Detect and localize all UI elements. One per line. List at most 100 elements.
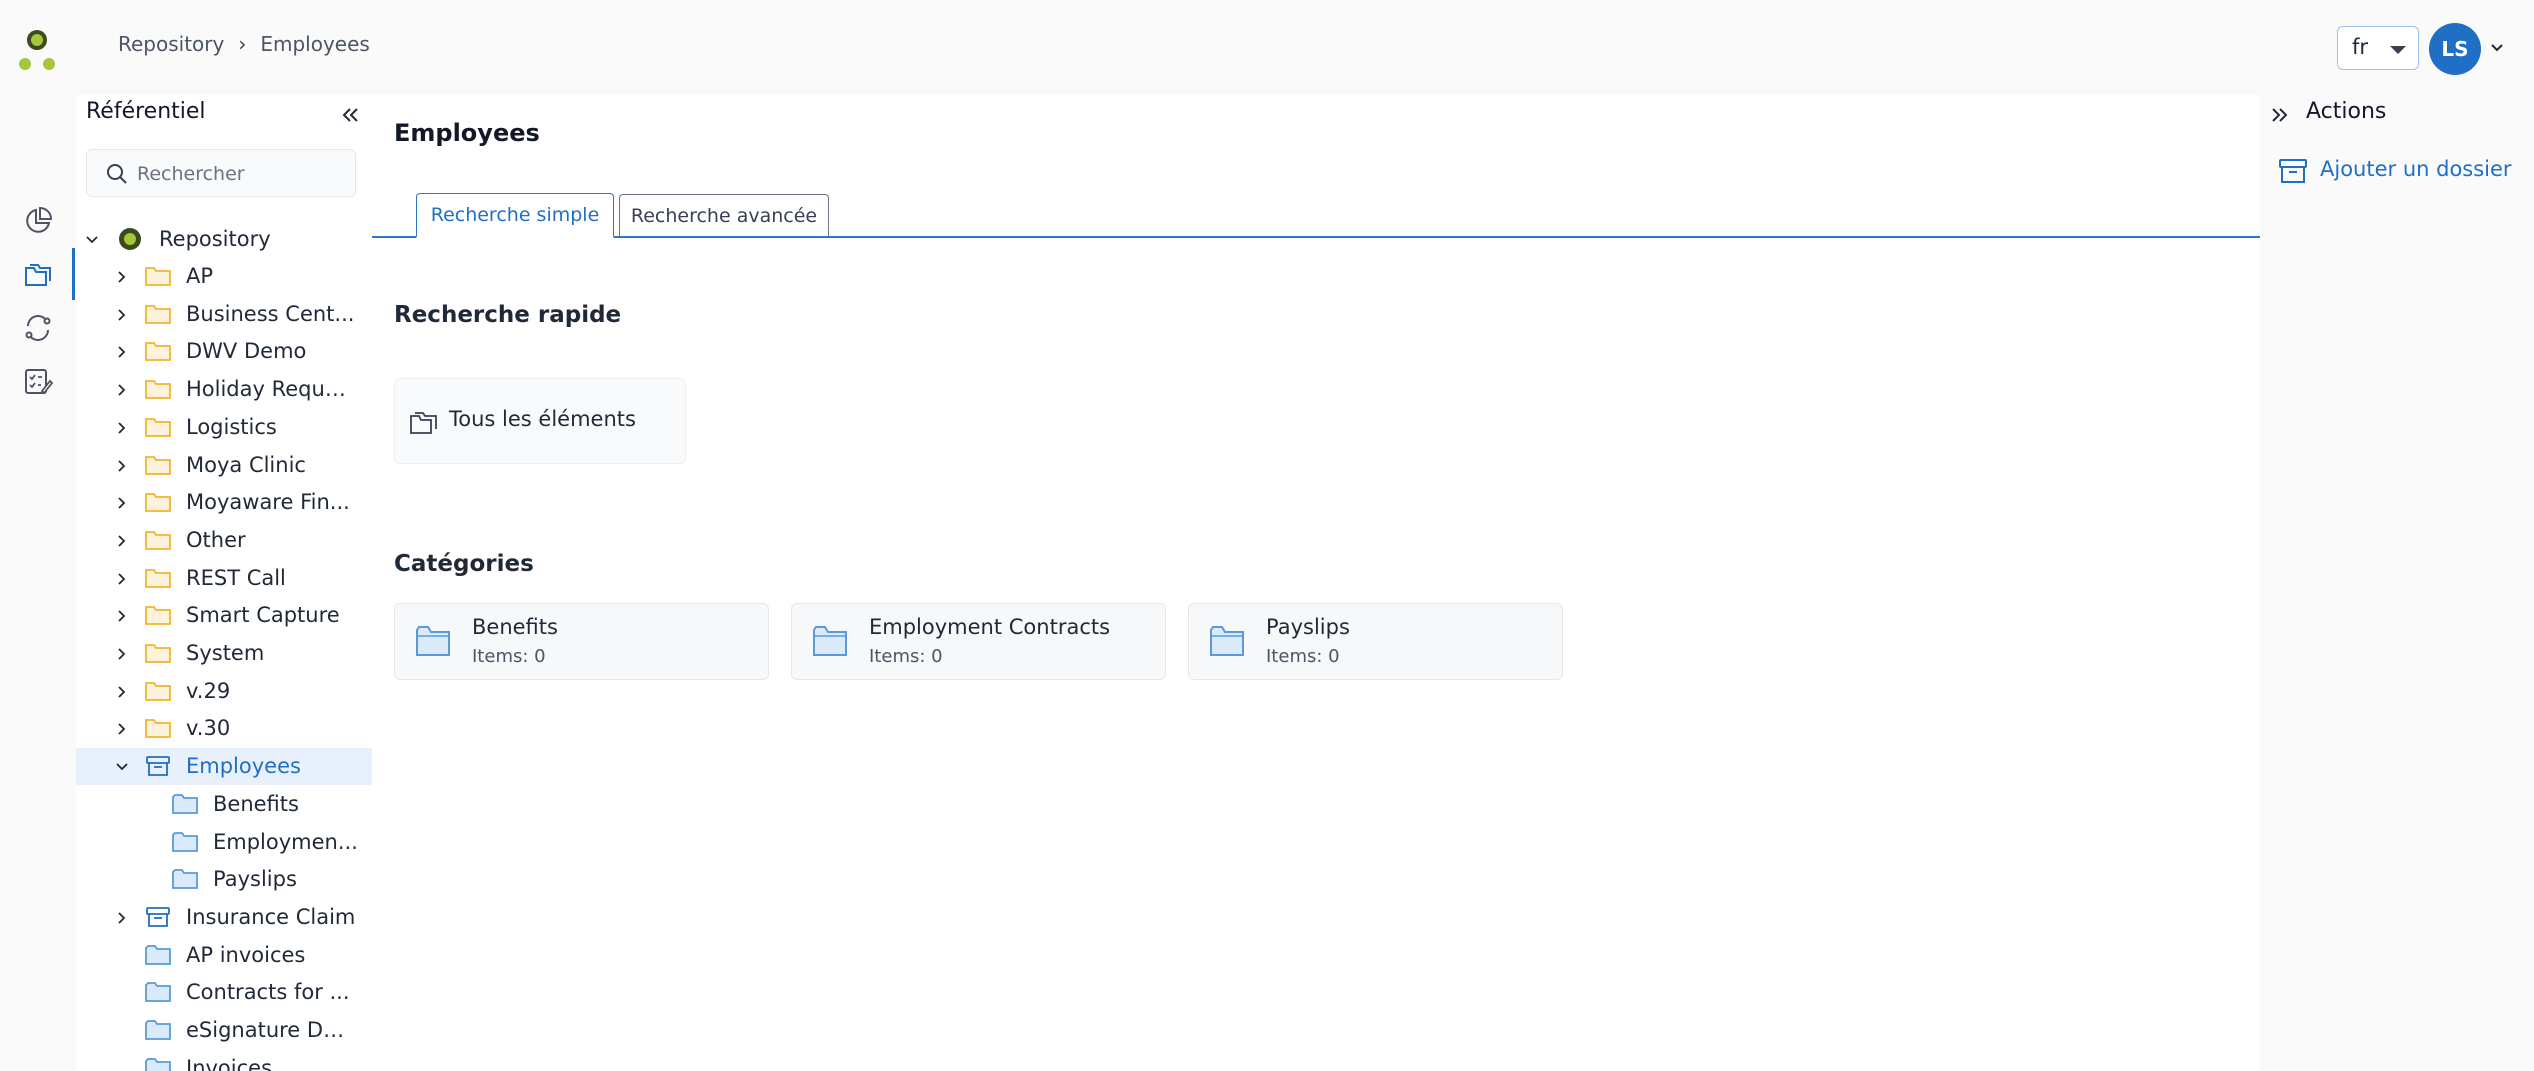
chevron-right-icon[interactable] xyxy=(114,910,130,926)
expand-panel-icon[interactable] xyxy=(2268,103,2292,127)
category-folder-icon xyxy=(145,944,171,965)
tree-item[interactable]: Logistics xyxy=(76,409,372,446)
chevron-down-icon[interactable] xyxy=(84,232,100,248)
category-card[interactable]: Payslips Items: 0 xyxy=(1188,603,1563,680)
repository-tree-panel: Référentiel Repository AP Business Cent..… xyxy=(76,95,372,1071)
breadcrumb-item-repository[interactable]: Repository xyxy=(118,32,224,56)
tree-item[interactable]: DWV Demo xyxy=(76,333,372,370)
tree-item[interactable]: Employees xyxy=(76,748,372,786)
tree-item-label: Moya Clinic xyxy=(186,452,306,477)
tree-item[interactable]: v.30 xyxy=(76,710,372,747)
tree-item[interactable]: Holiday Reque... xyxy=(76,371,372,408)
tree-item[interactable]: Smart Capture xyxy=(76,597,372,634)
chevron-right-icon[interactable] xyxy=(114,458,130,474)
category-folder-icon xyxy=(172,869,198,890)
tree-item-label: Employmen... xyxy=(213,829,358,854)
tree-panel-title: Référentiel xyxy=(86,99,206,124)
tree-item[interactable]: Contracts for ... xyxy=(76,974,372,1011)
category-folder-icon xyxy=(1210,626,1244,656)
tree-item-label: Logistics xyxy=(186,414,277,439)
chevron-right-icon[interactable] xyxy=(114,495,130,511)
tree-item[interactable]: Payslips xyxy=(76,861,372,898)
breadcrumb: Repository › Employees xyxy=(118,32,370,56)
quick-search-title: Recherche rapide xyxy=(394,302,622,328)
category-count: Items: 0 xyxy=(472,646,546,667)
tree-item[interactable]: Moyaware Fin... xyxy=(76,484,372,521)
user-avatar[interactable]: LS xyxy=(2429,23,2481,75)
main-content: Employees Recherche simple Recherche ava… xyxy=(372,95,2260,1071)
tree-item-label: eSignature De... xyxy=(186,1018,356,1042)
tree-item[interactable]: Benefits xyxy=(76,786,372,823)
tree-item[interactable]: Insurance Claim xyxy=(76,899,372,936)
tree-item[interactable]: Business Cent... xyxy=(76,296,372,333)
tab-advanced-search[interactable]: Recherche avancée xyxy=(619,194,829,236)
tree-item[interactable]: Invoices xyxy=(76,1050,372,1071)
chevron-right-icon[interactable] xyxy=(114,721,130,737)
folder-icon xyxy=(145,530,171,550)
chevron-right-icon[interactable] xyxy=(114,571,130,587)
tree-item[interactable]: REST Call xyxy=(76,560,372,597)
chevron-right-icon[interactable] xyxy=(114,420,130,436)
tab-simple-search[interactable]: Recherche simple xyxy=(416,193,614,238)
tree-item-label: REST Call xyxy=(186,565,286,590)
nav-active-indicator xyxy=(72,248,75,300)
language-select[interactable]: fr xyxy=(2337,26,2419,70)
chevron-right-icon[interactable] xyxy=(114,382,130,398)
chevron-down-icon[interactable] xyxy=(2489,40,2505,56)
chevron-right-icon[interactable] xyxy=(114,269,130,285)
caret-down-icon xyxy=(2390,46,2406,54)
breadcrumb-separator-icon: › xyxy=(238,32,247,56)
tree-item[interactable]: v.29 xyxy=(76,673,372,710)
collapse-panel-icon[interactable] xyxy=(338,103,362,127)
category-folder-icon xyxy=(813,626,847,656)
add-folder-label: Ajouter un dossier xyxy=(2320,157,2512,181)
tree-item-label: Contracts for ... xyxy=(186,980,350,1005)
breadcrumb-item-current: Employees xyxy=(260,32,370,56)
tree-item[interactable]: AP invoices xyxy=(76,937,372,974)
app-header: Repository › Employees fr LS xyxy=(0,0,2534,95)
chevron-right-icon[interactable] xyxy=(114,608,130,624)
tree-item[interactable]: Employmen... xyxy=(76,824,372,861)
tree-item-label: Employees xyxy=(186,754,301,779)
app-logo-icon[interactable] xyxy=(18,28,60,72)
tree-item-label: Invoices xyxy=(186,1055,273,1071)
chevron-down-icon[interactable] xyxy=(114,759,130,775)
quick-search-all-items[interactable]: Tous les éléments xyxy=(394,378,686,464)
tree-item-label: AP xyxy=(186,264,214,288)
tree-item-label: Holiday Reque... xyxy=(186,377,356,402)
tree-item-label: AP invoices xyxy=(186,942,306,967)
chevron-right-icon[interactable] xyxy=(114,684,130,700)
tree-item[interactable]: AP xyxy=(76,258,372,295)
repository-logo-icon xyxy=(119,228,141,250)
dashboard-chart-icon[interactable] xyxy=(22,205,54,237)
tree-item-label: Repository xyxy=(159,227,271,251)
tree-item[interactable]: Other xyxy=(76,522,372,559)
category-card[interactable]: Benefits Items: 0 xyxy=(394,603,769,680)
quick-search-label: Tous les éléments xyxy=(449,407,636,431)
tabs-underline xyxy=(372,236,2260,238)
chevron-right-icon[interactable] xyxy=(114,533,130,549)
page-title: Employees xyxy=(394,119,540,147)
tree-item-root[interactable]: Repository xyxy=(76,221,372,258)
tree-item[interactable]: Moya Clinic xyxy=(76,447,372,484)
folder-icon xyxy=(145,493,171,513)
tasks-checklist-icon[interactable] xyxy=(22,365,54,397)
chevron-right-icon[interactable] xyxy=(114,344,130,360)
tree-search-box xyxy=(86,149,356,197)
archive-box-icon xyxy=(146,756,170,776)
tree-item-label: Payslips xyxy=(213,867,297,892)
folder-icon xyxy=(145,455,171,475)
tree-item[interactable]: eSignature De... xyxy=(76,1012,372,1049)
category-folder-icon xyxy=(172,793,198,814)
tree-search-input[interactable] xyxy=(137,160,347,188)
category-name: Payslips xyxy=(1266,615,1350,639)
workflow-sync-icon[interactable] xyxy=(22,312,54,344)
tree-item-label: Benefits xyxy=(213,791,299,816)
folder-icon xyxy=(145,568,171,588)
repository-folders-icon[interactable] xyxy=(22,259,54,291)
tree-item[interactable]: System xyxy=(76,635,372,672)
chevron-right-icon[interactable] xyxy=(114,307,130,323)
category-card[interactable]: Employment Contracts Items: 0 xyxy=(791,603,1166,680)
categories-title: Catégories xyxy=(394,551,534,577)
chevron-right-icon[interactable] xyxy=(114,646,130,662)
